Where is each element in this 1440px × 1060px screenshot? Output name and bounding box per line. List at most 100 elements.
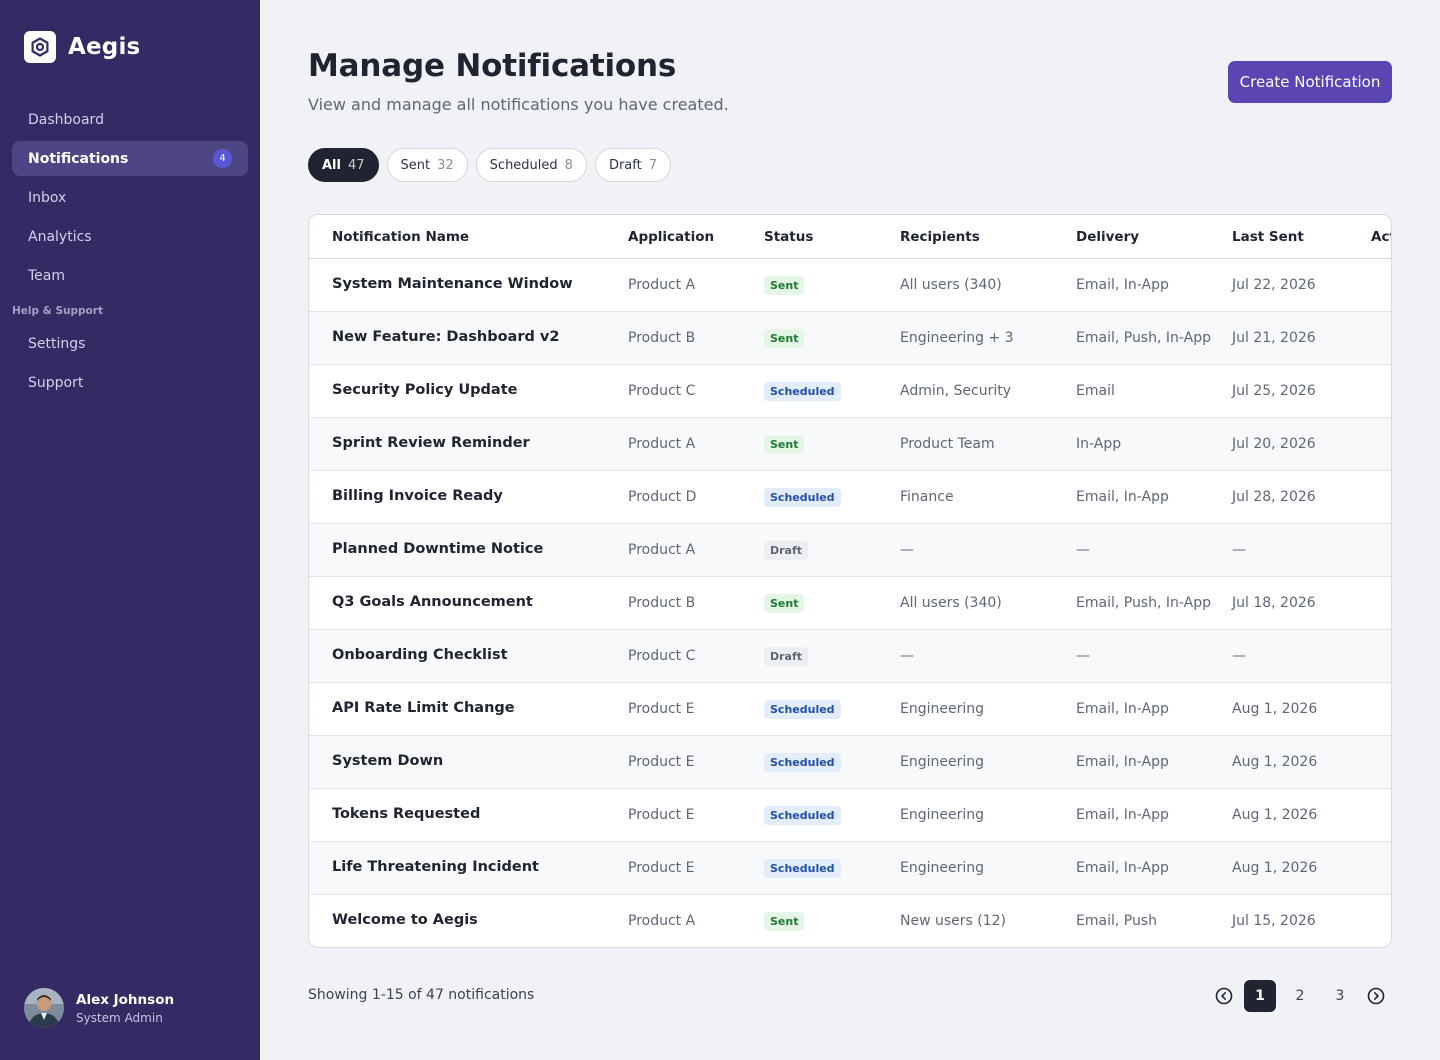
row-actions-icon[interactable]: ⋮ <box>1389 440 1391 451</box>
status-badge: Scheduled <box>764 488 841 507</box>
user-name: Alex Johnson <box>76 991 175 1008</box>
recipients-cell: Product Team <box>900 436 995 452</box>
create-notification-button[interactable]: Create Notification <box>1228 61 1392 103</box>
table-row[interactable]: Billing Invoice Ready Product D Scheduled F… <box>309 471 1391 524</box>
filter-count: 47 <box>347 157 365 173</box>
table-row[interactable]: Q3 Goals Announcement Product B Sent All us… <box>309 577 1391 630</box>
column-header-recipients[interactable]: Recipients <box>900 229 980 245</box>
pagination-summary: Showing 1-15 of 47 notifications <box>308 987 535 1003</box>
status-filter-tabs: All 47 Sent 32 Scheduled 8 Draft 7 <box>308 148 679 182</box>
page-button-3[interactable]: 3 <box>1324 980 1356 1012</box>
sidebar-item-team[interactable]: Team <box>12 258 248 293</box>
recipients-cell: Engineering <box>900 754 984 770</box>
table-row[interactable]: New Feature: Dashboard v2 Product B Sent En… <box>309 312 1391 365</box>
delivery-cell: Email, Push, In-App <box>1076 595 1211 611</box>
application-cell: Product B <box>628 330 696 346</box>
table-row[interactable]: Sprint Review Reminder Product A Sent Produ… <box>309 418 1391 471</box>
sidebar-item-inbox[interactable]: Inbox <box>12 180 248 215</box>
sidebar-item-label: Team <box>28 267 66 284</box>
notification-name[interactable]: System Down <box>332 753 443 769</box>
row-actions-icon[interactable]: ⋮ <box>1389 864 1391 875</box>
status-badge: Sent <box>764 912 805 931</box>
application-cell: Product A <box>628 913 696 929</box>
last-sent-cell: Jul 21, 2026 <box>1232 330 1316 346</box>
delivery-cell: — <box>1076 542 1090 558</box>
row-actions-icon[interactable]: ⋮ <box>1389 811 1391 822</box>
table-row[interactable]: Security Policy Update Product C Scheduled… <box>309 365 1391 418</box>
table-row[interactable]: Onboarding Checklist Product C Draft — — — ⋮ <box>309 630 1391 683</box>
application-cell: Product C <box>628 648 696 664</box>
row-actions-icon[interactable]: ⋮ <box>1389 493 1391 504</box>
notification-name[interactable]: Planned Downtime Notice <box>332 541 543 557</box>
page-button-2[interactable]: 2 <box>1284 980 1316 1012</box>
notification-name[interactable]: Tokens Requested <box>332 806 480 822</box>
sidebar-item-support[interactable]: Support <box>12 365 248 400</box>
status-badge: Scheduled <box>764 753 841 772</box>
recipients-cell: Engineering + 3 <box>900 330 1014 346</box>
notification-name[interactable]: New Feature: Dashboard v2 <box>332 329 559 345</box>
notification-name[interactable]: Billing Invoice Ready <box>332 488 503 504</box>
filter-scheduled[interactable]: Scheduled 8 <box>475 148 587 182</box>
notification-name[interactable]: Q3 Goals Announcement <box>332 594 533 610</box>
status-badge: Scheduled <box>764 700 841 719</box>
table-row[interactable]: Life Threatening Incident Product E Schedu… <box>309 842 1391 895</box>
delivery-cell: Email, In-App <box>1076 489 1169 505</box>
table-row[interactable]: Welcome to Aegis Product A Sent New users (… <box>309 895 1391 947</box>
notification-name[interactable]: Security Policy Update <box>332 382 517 398</box>
row-actions-icon[interactable]: ⋮ <box>1389 758 1391 769</box>
column-header-last-sent[interactable]: Last Sent <box>1232 229 1304 245</box>
status-badge: Sent <box>764 435 805 454</box>
brand[interactable]: Aegis <box>24 31 140 63</box>
notification-name[interactable]: Sprint Review Reminder <box>332 435 530 451</box>
sidebar-item-settings[interactable]: Settings <box>12 326 248 361</box>
sidebar-nav: Dashboard Notifications 4 Inbox Analytic… <box>12 102 248 404</box>
row-actions-icon[interactable]: ⋮ <box>1389 652 1391 663</box>
filter-count: 7 <box>648 157 658 173</box>
logo-icon <box>24 31 56 63</box>
notification-name[interactable]: Welcome to Aegis <box>332 912 478 928</box>
application-cell: Product A <box>628 542 696 558</box>
sidebar-item-analytics[interactable]: Analytics <box>12 219 248 254</box>
delivery-cell: In-App <box>1076 436 1122 452</box>
sidebar-item-dashboard[interactable]: Dashboard <box>12 102 248 137</box>
table-row[interactable]: Planned Downtime Notice Product A Draft — — —… <box>309 524 1391 577</box>
column-header-delivery[interactable]: Delivery <box>1076 229 1139 245</box>
status-badge: Draft <box>764 647 809 666</box>
application-cell: Product D <box>628 489 697 505</box>
notification-name[interactable]: API Rate Limit Change <box>332 700 515 716</box>
row-actions-icon[interactable]: ⋮ <box>1389 917 1391 928</box>
table-row[interactable]: System Down Product E Scheduled Engineering… <box>309 736 1391 789</box>
row-actions-icon[interactable]: ⋮ <box>1389 705 1391 716</box>
notification-name[interactable]: Life Threatening Incident <box>332 859 539 875</box>
column-header-status[interactable]: Status <box>764 229 813 245</box>
status-badge: Scheduled <box>764 806 841 825</box>
recipients-cell: — <box>900 542 914 558</box>
table-row[interactable]: System Maintenance Window Product A Sent Al… <box>309 259 1391 312</box>
column-header-application[interactable]: Application <box>628 229 714 245</box>
next-page-icon[interactable] <box>1360 980 1392 1012</box>
row-actions-icon[interactable]: ⋮ <box>1389 281 1391 292</box>
sidebar-item-label: Dashboard <box>28 111 104 128</box>
row-actions-icon[interactable]: ⋮ <box>1389 387 1391 398</box>
table-row[interactable]: API Rate Limit Change Product E Scheduled E… <box>309 683 1391 736</box>
filter-all[interactable]: All 47 <box>308 148 379 182</box>
application-cell: Product A <box>628 436 696 452</box>
row-actions-icon[interactable]: ⋮ <box>1389 599 1391 610</box>
recipients-cell: Admin, Security <box>900 383 1012 399</box>
sidebar-item-label: Notifications <box>28 150 129 167</box>
notification-name[interactable]: System Maintenance Window <box>332 276 573 292</box>
column-header-name[interactable]: Notification Name <box>332 229 469 245</box>
table-row[interactable]: Tokens Requested Product E Scheduled Engine… <box>309 789 1391 842</box>
sidebar-item-notifications[interactable]: Notifications 4 <box>12 141 248 176</box>
filter-sent[interactable]: Sent 32 <box>386 148 468 182</box>
row-actions-icon[interactable]: ⋮ <box>1389 334 1391 345</box>
notification-name[interactable]: Onboarding Checklist <box>332 647 508 663</box>
row-actions-icon[interactable]: ⋮ <box>1389 546 1391 557</box>
last-sent-cell: Jul 15, 2026 <box>1232 913 1316 929</box>
recipients-cell: Engineering <box>900 807 984 823</box>
previous-page-icon[interactable] <box>1208 980 1240 1012</box>
page-subtitle: View and manage all notifications you ha… <box>308 95 729 114</box>
filter-draft[interactable]: Draft 7 <box>594 148 672 182</box>
user-profile[interactable]: Alex Johnson System Admin <box>24 988 174 1028</box>
page-button-1[interactable]: 1 <box>1244 980 1276 1012</box>
